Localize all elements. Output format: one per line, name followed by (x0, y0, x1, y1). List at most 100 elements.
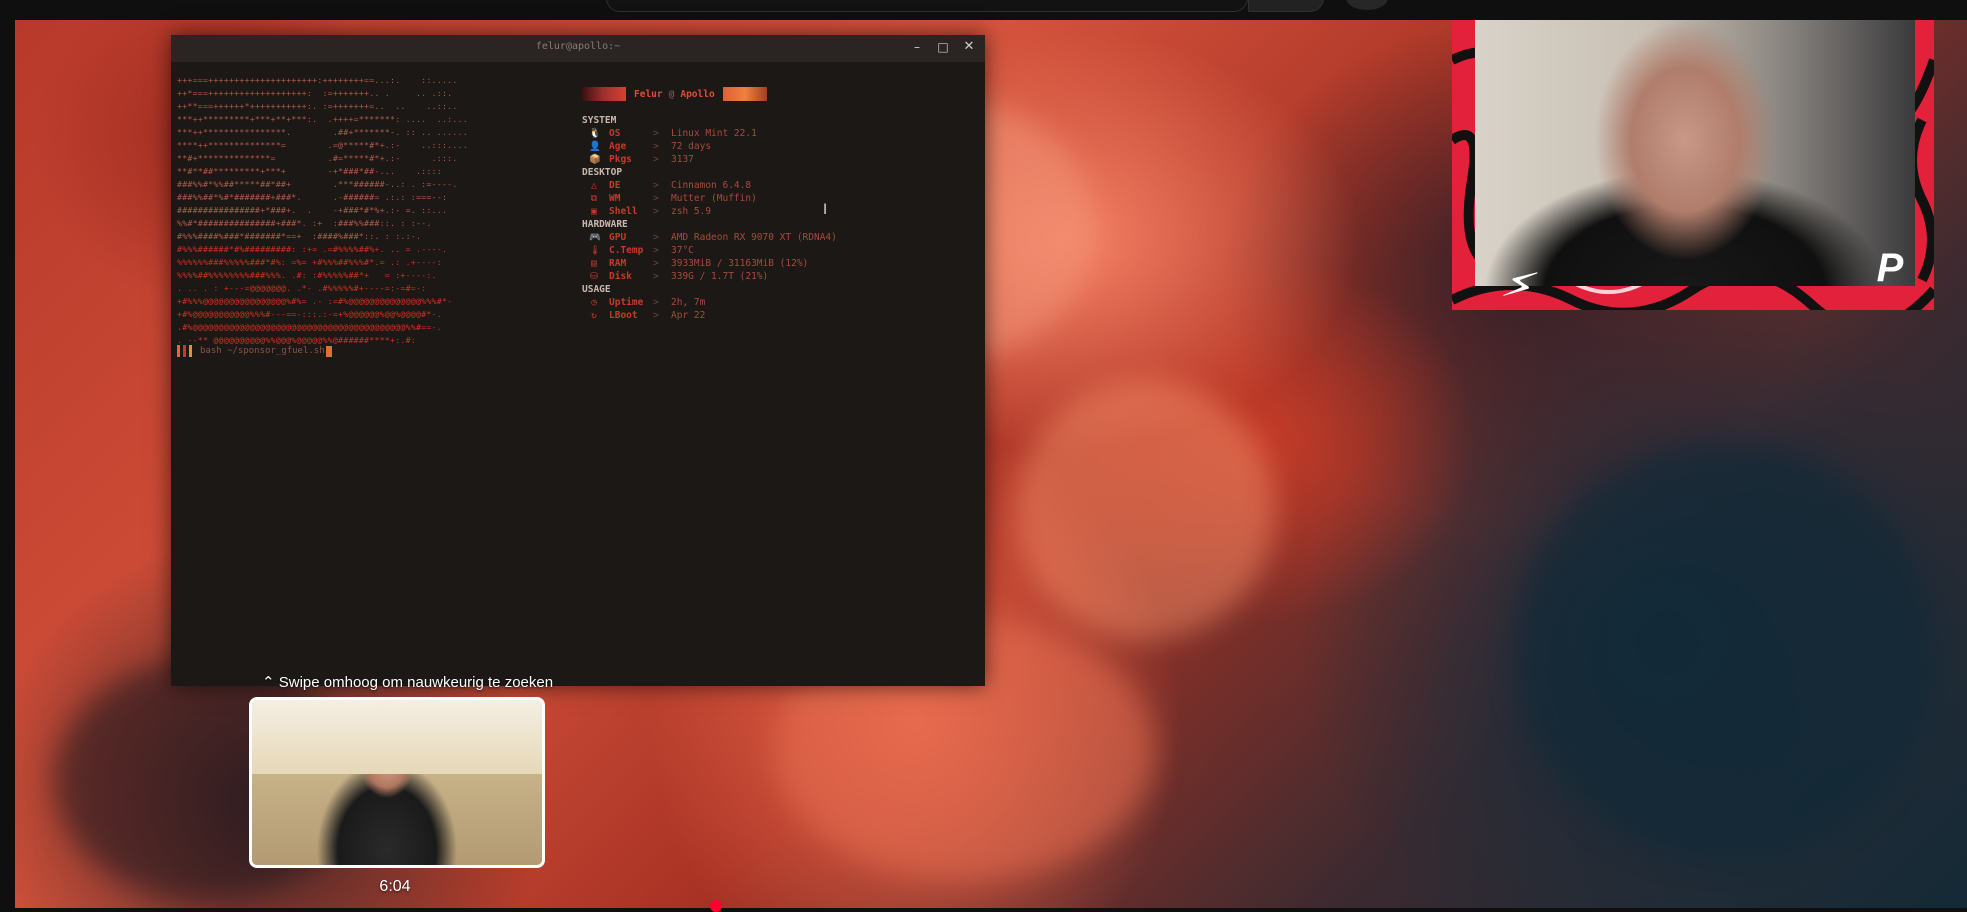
info-row: 🌡 C.Temp >37°C (582, 244, 902, 257)
voice-search-button[interactable] (1346, 0, 1388, 10)
info-row-arrow: > (653, 128, 659, 139)
system-info-panel: Felur @ Apollo SYSTEM 🐧 OS > Linux Mint 22.1… (582, 86, 902, 322)
ascii-art-line: .#%@@@@@@@@@@@@@@@@@@@@@@@@@@@@@@@@@@@@@… (177, 322, 442, 332)
section-heading: DESKTOP (582, 167, 623, 178)
webcam-feed (1475, 20, 1915, 286)
info-row-value: Cinnamon 6.4.8 (671, 180, 752, 191)
info-row: ▣ Shell > zsh 5.9 (582, 205, 902, 218)
text-cursor (325, 345, 332, 357)
ascii-art-line: ################+*###+. . -+###*#*%+.:- … (177, 205, 448, 215)
seek-preview-time: 6:04 (379, 878, 411, 895)
terminal-title: felur@apollo:~ (535, 41, 621, 52)
info-row-key: GPU (609, 232, 627, 243)
seek-preview-thumbnail (249, 697, 545, 868)
info-row-value: Linux Mint 22.1 (671, 128, 757, 139)
info-row-value: Apr 22 (671, 310, 706, 321)
ascii-art-line: ****++**************= .=@*****#*+.:- ..:… (177, 140, 468, 150)
ascii-art-line: . .. . : +---=@@@@@@@. .*- .#%%%%%#+----… (177, 283, 427, 293)
info-row-icon: 🐧 (589, 128, 601, 139)
info-row-arrow: > (653, 180, 659, 191)
info-row-icon: ⛁ (590, 271, 598, 282)
ascii-art-line: ++**===++++++*+++++++++++:. :=+++++++=..… (177, 101, 458, 111)
gradient-bar (582, 87, 626, 101)
info-row: ▤ RAM >3933MiB / 31163MiB (12%) (582, 257, 902, 270)
top-bar (0, 0, 1967, 20)
info-row-icon: ▣ (591, 206, 597, 217)
thumbnail-background (252, 700, 542, 775)
info-row-value: 2h, 7m (671, 297, 706, 308)
info-row-icon: ▤ (591, 258, 597, 269)
info-row: 📦 Pkgs >3137 (582, 153, 902, 166)
search-box[interactable] (606, 0, 1248, 12)
ascii-art-line: #%%%####%###*#######*==+ :####%###*::. :… (177, 231, 422, 241)
window-controls: – □ ✕ (909, 39, 977, 55)
ascii-art-line: **#+**************= .#=*****#*+.:- .:::. (177, 153, 458, 163)
cloud-shadow (1515, 440, 1935, 860)
ascii-art-line: ###%%##*%#*#######+###*. .-######= .:.: … (177, 192, 448, 202)
ascii-art-line: %%%%##%%%%%%%%###%%%. .#: :#%%%%%##*+ = … (177, 270, 437, 280)
ascii-art-logo: +++===+++++++++++++++++++++:++++++++==..… (177, 74, 468, 347)
info-row: 🎮 GPU > AMD Radeon RX 9070 XT (RDNA4) (582, 231, 902, 244)
fetch-at: @ (668, 88, 675, 100)
info-row-icon: 📦 (589, 154, 601, 165)
ascii-art-line: #%%%######*#%#########: :+= .=#%%%%##%+.… (177, 244, 448, 254)
info-row: △ DE > Cinnamon 6.4.8 (582, 179, 902, 192)
info-row-arrow: > (653, 258, 659, 269)
info-row-value: 3137 (671, 154, 694, 165)
ascii-art-line: ###%%#*%%##*****##*##+ .***######-..: . … (177, 179, 458, 189)
info-row-value: Mutter (Muffin) (671, 193, 757, 204)
prompt-bar (177, 345, 180, 357)
ascii-art-line: **#**##*********+***+ -+*###*##-... .:::… (177, 166, 442, 176)
prompt-indicator (177, 345, 192, 357)
terminal-window: felur@apollo:~ – □ ✕ +++===+++++++++++++… (171, 35, 985, 686)
info-row-arrow: > (653, 193, 659, 204)
ascii-art-line: +#%%%@@@@@@@@@@@@@@@@%#%= .- :=#%@@@@@@@… (177, 296, 453, 306)
ascii-art-line: +#%@@@@@@@@@@@%%%#---==-:::.:-=+%@@@@@@%… (177, 309, 442, 319)
info-row-key: WM (609, 193, 621, 204)
info-row-value: AMD Radeon RX 9070 XT (RDNA4) (671, 232, 837, 243)
prompt-bar (189, 345, 192, 357)
info-row-arrow: > (653, 310, 659, 321)
info-row-key: RAM (609, 258, 627, 269)
section-heading: HARDWARE (582, 219, 628, 230)
minimize-icon[interactable]: – (909, 39, 925, 55)
progress-scrubber[interactable] (710, 900, 722, 912)
terminal-titlebar[interactable]: felur@apollo:~ – □ ✕ (171, 35, 985, 62)
info-row-icon: ◷ (591, 297, 597, 308)
maximize-icon[interactable]: □ (935, 39, 951, 55)
mouse-ibeam-icon: I (823, 202, 828, 218)
info-row-key: Age (609, 141, 627, 152)
ascii-art-line: ++*===+++++++++++++++++++: :=+++++++.. .… (177, 88, 453, 98)
fetch-header: Felur @ Apollo (582, 86, 902, 102)
ascii-art-line: %%#*###############+###*. :+ :###%%###::… (177, 218, 432, 228)
info-row-value: 72 days (671, 141, 712, 152)
ascii-art-line: %%%%%%###%%%%%###*#%: =%= +#%%%##%%%#*.=… (177, 257, 442, 267)
info-row-arrow: > (653, 245, 659, 256)
info-row-icon: 🎮 (589, 232, 601, 243)
ascii-art-line: +++===+++++++++++++++++++++:++++++++==..… (177, 75, 458, 85)
shell-prompt[interactable]: bash ~/sponsor_gfuel.sh (177, 345, 332, 357)
info-row: 🐧 OS > Linux Mint 22.1 (582, 127, 902, 140)
info-row-key: DE (609, 180, 621, 191)
info-row-key: Shell (609, 206, 638, 217)
ascii-art-line: ***++*********+***+**+***:. .++++=******… (177, 114, 468, 124)
info-row-key: OS (609, 128, 621, 139)
info-row-key: Pkgs (609, 154, 632, 165)
gradient-bar (722, 87, 767, 101)
cloud-highlight (1015, 380, 1275, 640)
search-button[interactable] (1248, 0, 1324, 12)
info-row-arrow: > (653, 154, 659, 165)
fetch-user: Felur (634, 88, 663, 100)
info-row: 👤 Age >72 days (582, 140, 902, 153)
section-heading: USAGE (582, 284, 611, 295)
prompt-command: bash ~/sponsor_gfuel.sh (200, 346, 325, 356)
info-row-icon: 🌡 (589, 245, 602, 256)
info-row: ↻ LBoot > Apr 22 (582, 309, 902, 322)
info-row-key: C.Temp (609, 245, 644, 256)
info-row-value: 339G / 1.7T (21%) (671, 271, 769, 282)
info-row: ◷ Uptime >2h, 7m (582, 296, 902, 309)
info-row-icon: △ (591, 180, 597, 191)
info-row-key: Disk (609, 271, 632, 282)
close-icon[interactable]: ✕ (961, 39, 977, 55)
seek-hint: ⌃ Swipe omhoog om nauwkeurig te zoeken (262, 674, 554, 691)
